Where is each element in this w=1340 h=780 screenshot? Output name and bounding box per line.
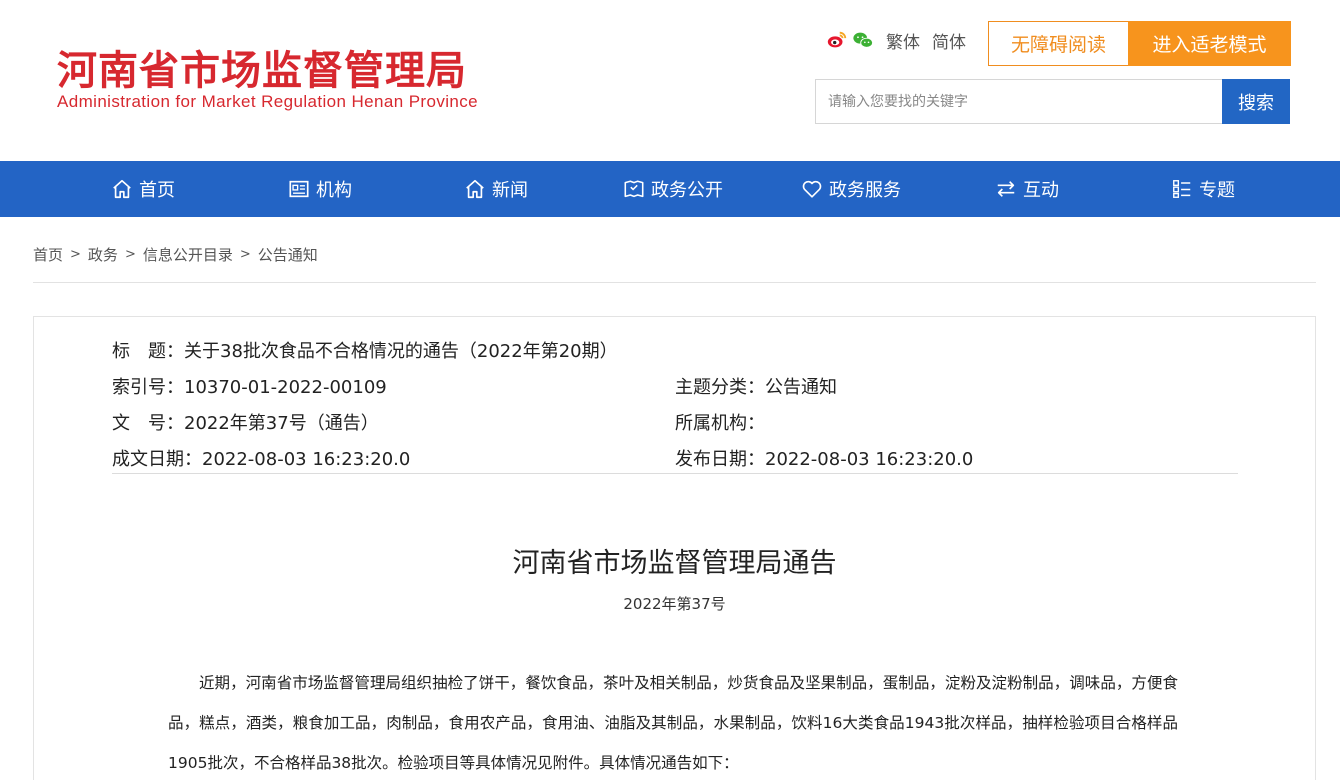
- breadcrumb-affairs[interactable]: 政务: [88, 244, 118, 265]
- nav-item-interact[interactable]: 互动: [995, 161, 1059, 217]
- nav-item-news[interactable]: 新闻: [464, 161, 528, 217]
- breadcrumb-home[interactable]: 首页: [33, 244, 63, 265]
- site-header: 河南省市场监督管理局 Administration for Market Reg…: [0, 0, 1340, 161]
- search-button[interactable]: 搜索: [1222, 79, 1290, 124]
- meta-divider: [112, 473, 1238, 474]
- nav-item-home[interactable]: 首页: [111, 161, 175, 217]
- meta-doc-no: 文 号：2022年第37号（通告）: [112, 413, 379, 434]
- nav-item-label: 政务服务: [829, 180, 901, 201]
- lang-traditional-link[interactable]: 繁体: [886, 28, 920, 53]
- breadcrumb-separator: >: [239, 247, 251, 262]
- doc-number: 2022年第37号: [623, 595, 726, 613]
- site-logo-cn[interactable]: 河南省市场监督管理局: [57, 38, 467, 96]
- nav-item-label: 机构: [316, 180, 352, 201]
- breadcrumb-divider: [33, 282, 1316, 283]
- breadcrumb: 首页 > 政务 > 信息公开目录 > 公告通知: [33, 244, 318, 265]
- article-container: 标 题：关于38批次食品不合格情况的通告（2022年第20期） 索引号：1037…: [33, 316, 1316, 780]
- wechat-icon[interactable]: [852, 29, 874, 51]
- breadcrumb-catalog[interactable]: 信息公开目录: [143, 244, 233, 265]
- nav-item-topic[interactable]: 专题: [1171, 161, 1235, 217]
- nav-item-open-affairs[interactable]: 政务公开: [623, 161, 723, 217]
- search-input[interactable]: [815, 79, 1223, 124]
- nav-item-org[interactable]: 机构: [288, 161, 352, 217]
- meta-created-date: 成文日期：2022-08-03 16:23:20.0: [112, 449, 411, 470]
- meta-title: 标 题：关于38批次食品不合格情况的通告（2022年第20期）: [112, 341, 618, 362]
- open-affairs-icon: [624, 180, 644, 198]
- accessible-reading-button[interactable]: 无障碍阅读: [988, 21, 1129, 66]
- service-icon: [802, 180, 822, 198]
- topic-icon: [1173, 180, 1191, 198]
- home-icon: [113, 179, 131, 199]
- meta-published-date: 发布日期：2022-08-03 16:23:20.0: [675, 449, 974, 470]
- nav-item-label: 首页: [139, 180, 175, 201]
- interact-icon: [997, 181, 1015, 197]
- nav-item-label: 互动: [1023, 180, 1059, 201]
- breadcrumb-separator: >: [124, 247, 136, 262]
- breadcrumb-separator: >: [70, 247, 81, 262]
- meta-org: 所属机构：: [675, 413, 765, 434]
- nav-item-label: 专题: [1199, 180, 1235, 201]
- org-icon: [289, 180, 309, 198]
- doc-title: 河南省市场监督管理局通告: [512, 548, 837, 579]
- weibo-icon[interactable]: [826, 29, 848, 51]
- nav-item-service[interactable]: 政务服务: [801, 161, 901, 217]
- nav-item-label: 新闻: [492, 180, 528, 201]
- elder-mode-button[interactable]: 进入适老模式: [1128, 21, 1291, 66]
- doc-paragraph: 近期，河南省市场监督管理局组织抽检了饼干，餐饮食品，茶叶及相关制品，炒货食品及坚…: [168, 674, 1178, 772]
- meta-topic: 主题分类：公告通知: [675, 377, 837, 398]
- news-icon: [466, 179, 484, 199]
- social-links: 繁体 简体: [826, 28, 966, 53]
- main-nav: 首页 机构 新闻 政务公开 政务服务 互动 专题: [0, 161, 1340, 217]
- site-logo-en[interactable]: Administration for Market Regulation Hen…: [57, 92, 478, 112]
- meta-index-no: 索引号：10370-01-2022-00109: [112, 377, 387, 398]
- breadcrumb-notices[interactable]: 公告通知: [258, 244, 318, 265]
- lang-simplified-link[interactable]: 简体: [932, 28, 966, 53]
- nav-item-label: 政务公开: [651, 180, 723, 201]
